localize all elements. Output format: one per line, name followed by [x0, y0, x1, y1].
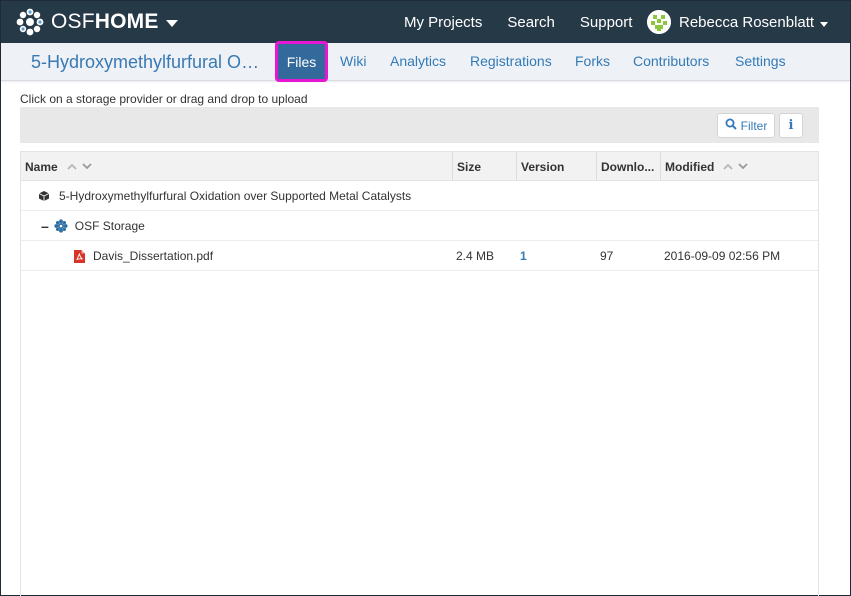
sort-desc-icon[interactable]	[738, 163, 748, 170]
file-name[interactable]: Davis_Dissertation.pdf	[93, 249, 213, 263]
avatar	[647, 10, 671, 34]
column-downloads-label: Downlo...	[601, 159, 655, 174]
filter-label: Filter	[740, 118, 768, 133]
tab-contributors[interactable]: Contributors	[633, 53, 709, 69]
user-name: Rebecca Rosenblatt	[679, 13, 815, 31]
file-downloads: 97	[600, 249, 614, 263]
info-button[interactable]: i	[779, 113, 803, 138]
info-icon: i	[788, 118, 794, 133]
search-icon	[725, 118, 741, 133]
column-downloads: Downlo...	[596, 152, 660, 181]
sort-desc-icon[interactable]	[82, 163, 92, 170]
file-toolbar: Filter i	[20, 107, 819, 143]
sort-asc-icon[interactable]	[723, 163, 733, 170]
project-cell: 5-Hydroxymethylfurfural Oxidation over S…	[38, 181, 411, 211]
top-navbar: OSF HOME My Projects Search Support Rebe…	[1, 1, 850, 43]
osf-logo-icon	[15, 7, 45, 37]
column-name: Name	[21, 152, 452, 181]
caret-down-icon	[820, 14, 829, 32]
user-menu[interactable]: Rebecca Rosenblatt	[647, 10, 829, 34]
collapse-toggle[interactable]: –	[41, 218, 49, 234]
file-size: 2.4 MB	[456, 249, 495, 263]
file-name-cell: Davis_Dissertation.pdf	[74, 241, 213, 271]
project-row[interactable]: 5-Hydroxymethylfurfural Oxidation over S…	[21, 181, 818, 211]
project-title[interactable]: 5-Hydroxymethylfurfural Oxi...	[31, 52, 263, 73]
column-version: Version	[516, 152, 596, 181]
project-navbar: 5-Hydroxymethylfurfural Oxi... Wiki Anal…	[1, 43, 850, 81]
column-size-label: Size	[457, 159, 482, 174]
grid-header: Name Size Version Downlo... Modified	[21, 152, 818, 181]
column-size: Size	[452, 152, 516, 181]
storage-row[interactable]: – OSF Storage	[21, 211, 818, 241]
file-modified: 2016-09-09 02:56 PM	[664, 249, 781, 263]
tab-analytics[interactable]: Analytics	[390, 53, 446, 69]
osf-storage-icon	[54, 219, 68, 233]
tab-registrations[interactable]: Registrations	[470, 53, 552, 69]
file-version-link[interactable]: 1	[520, 241, 527, 271]
upload-hint: Click on a storage provider or drag and …	[20, 92, 308, 106]
file-grid: Name Size Version Downlo... Modified 5-H…	[20, 151, 819, 596]
top-nav-links: My Projects Search Support	[404, 1, 657, 43]
tab-wiki[interactable]: Wiki	[340, 53, 366, 69]
storage-cell: – OSF Storage	[41, 211, 145, 241]
nav-my-projects[interactable]: My Projects	[404, 14, 482, 31]
tab-files-label: Files	[286, 53, 317, 70]
table-row[interactable]: Davis_Dissertation.pdf 2.4 MB 1 97 2016-…	[21, 241, 818, 271]
tab-forks[interactable]: Forks	[575, 53, 610, 69]
name-sort-controls	[67, 163, 97, 170]
tab-settings[interactable]: Settings	[735, 53, 786, 69]
column-version-label: Version	[521, 159, 565, 174]
sort-asc-icon[interactable]	[67, 163, 77, 170]
column-name-label: Name	[25, 159, 58, 174]
column-modified-label: Modified	[665, 159, 715, 174]
storage-name: OSF Storage	[74, 219, 145, 233]
column-modified: Modified	[660, 152, 818, 181]
nav-support[interactable]: Support	[580, 14, 633, 31]
tab-files[interactable]: Files	[275, 41, 328, 82]
filter-button[interactable]: Filter	[717, 113, 775, 138]
caret-down-icon	[165, 19, 179, 28]
osf-home-brand[interactable]: OSF HOME	[15, 1, 179, 43]
cube-icon	[38, 190, 50, 202]
brand-osf-text: OSF	[51, 10, 95, 33]
modified-sort-controls	[723, 163, 753, 170]
nav-search[interactable]: Search	[507, 14, 555, 31]
project-name: 5-Hydroxymethylfurfural Oxidation over S…	[59, 189, 412, 203]
brand-home-text: HOME	[94, 10, 159, 33]
pdf-icon	[74, 249, 85, 263]
